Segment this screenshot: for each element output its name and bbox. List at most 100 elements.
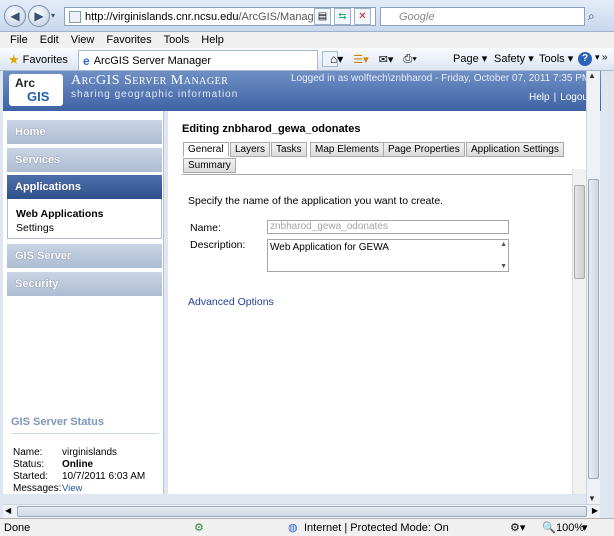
help-link[interactable]: Help [529,92,550,103]
status-messages-label: Messages: [13,483,62,494]
status-status-label: Status: [13,459,45,470]
tab-layers[interactable]: Layers [230,142,271,157]
tools-menu-label: Tools [539,52,565,65]
history-dropdown-icon[interactable]: ▾ [51,11,55,20]
print-icon[interactable]: ⎙▾ [403,53,416,66]
name-label: Name: [190,222,221,234]
tab-summary[interactable]: Summary [183,158,236,173]
chevron-down-icon[interactable]: ▾ [595,52,600,63]
tab-tasks[interactable]: Tasks [271,142,307,157]
h-scroll-thumb[interactable] [17,506,587,517]
url-host: http://virginislands.cnr.ncsu.edu [85,10,239,23]
logo-bottom-text: GIS [27,89,50,104]
submenu-settings[interactable]: Settings [16,221,161,235]
description-label: Description: [190,239,246,251]
compatibility-icon[interactable]: ▤ [314,8,331,25]
scroll-left-icon[interactable]: ◀ [5,506,11,515]
favorites-label: Favorites [22,54,68,66]
more-icon[interactable]: » [602,52,608,63]
chevron-down-icon: ▾ [567,53,574,65]
scroll-down-icon[interactable]: ▼ [500,263,507,270]
browser-tab[interactable]: e ArcGIS Server Manager [78,50,318,70]
favorites-button[interactable]: ★ Favorites [8,52,68,68]
tab-general[interactable]: General [183,142,229,157]
menu-tools[interactable]: Tools [164,34,190,46]
stop-icon[interactable]: ✕ [354,8,371,25]
app-banner: Arc GIS ArcGIS Server Manager sharing ge… [3,71,601,111]
page-icon [69,10,81,23]
menu-bar: File Edit View Favorites Tools Help [0,32,614,48]
chevron-down-icon: ▾ [481,53,488,65]
security-zone[interactable]: Internet | Protected Mode: On [304,522,449,534]
sidebar-item-services[interactable]: Services [7,148,162,172]
menu-file[interactable]: File [10,34,28,46]
menu-view[interactable]: View [71,34,95,46]
scroll-right-icon[interactable]: ▶ [592,506,598,515]
search-input[interactable]: Google [380,7,585,26]
star-icon: ★ [8,52,20,67]
applications-submenu: Web Applications Settings [7,199,162,239]
help-icon[interactable]: ? [578,52,592,66]
page-menu[interactable]: Page ▾ [453,52,488,66]
submenu-web-applications[interactable]: Web Applications [16,207,161,221]
advanced-options-link[interactable]: Advanced Options [188,296,274,308]
content-scroll-thumb[interactable] [574,185,585,279]
chevron-down-icon[interactable]: ▾ [582,521,588,534]
arcgis-logo: Arc GIS [9,74,63,106]
sidebar-item-security[interactable]: Security [7,272,162,296]
banner-links: Help | Logout [529,92,591,103]
safety-menu-label: Safety [494,52,526,65]
safety-menu[interactable]: Safety ▾ [494,52,534,66]
status-status-value: Online [62,459,94,470]
refresh-icon[interactable]: ⇆ [334,8,351,25]
status-name-value: virginislands [62,447,118,458]
globe-icon: ◍ [288,522,298,534]
sidebar-item-applications[interactable]: Applications [7,175,162,199]
mail-icon[interactable]: ✉▾ [379,53,394,66]
tab-strip-line [182,174,586,175]
logged-in-text: Logged in as wolftech\znbharod - Friday,… [291,73,591,84]
status-name-label: Name: [13,447,43,458]
menu-edit[interactable]: Edit [40,34,59,46]
app-tagline: sharing geographic information [71,89,239,100]
zoom-level[interactable]: 100% [556,522,584,534]
tools-menu[interactable]: Tools ▾ [539,52,574,66]
name-field[interactable]: znbharod_gewa_odonates [267,220,509,234]
main-content: Editing znbharod_gewa_odonates General L… [168,111,586,494]
app-title: ArcGIS Server Manager [71,73,229,88]
status-messages-link[interactable]: View [62,483,82,495]
sidebar: Home Services Applications Web Applicati… [3,111,164,494]
address-bar-row: ◀ ▶ ▾ http://virginislands.cnr.ncsu.edu /… [0,0,614,32]
forward-icon[interactable]: ▶ [28,5,50,27]
addon-icon[interactable]: ⚙ [194,521,204,534]
search-icon[interactable]: ⌕ [588,9,595,24]
sidebar-item-home[interactable]: Home [7,120,162,144]
chevron-down-icon: ▾ [528,53,534,65]
browser-tab-title: ArcGIS Server Manager [93,54,212,67]
page-title: Editing znbharod_gewa_odonates [182,123,361,135]
home-icon[interactable]: ⌂▾ [330,52,343,66]
tab-map-elements[interactable]: Map Elements [310,142,384,157]
vertical-scrollbar[interactable]: ▲ ▼ [586,71,600,504]
divider [11,433,159,434]
server-status-title: GIS Server Status [11,416,104,428]
status-started-label: Started: [13,471,49,482]
menu-favorites[interactable]: Favorites [106,34,151,46]
tab-page-properties[interactable]: Page Properties [383,142,465,157]
scroll-thumb[interactable] [588,179,599,479]
feeds-icon[interactable]: ☰▾ [353,53,368,66]
tab-application-settings[interactable]: Application Settings [466,142,564,157]
scroll-down-icon[interactable]: ▼ [588,494,596,503]
menu-help[interactable]: Help [201,34,224,46]
content-scrollbar[interactable] [572,169,586,494]
back-icon[interactable]: ◀ [4,5,26,27]
page-menu-label: Page [453,52,479,65]
sidebar-item-gis-server[interactable]: GIS Server [7,244,162,268]
description-textarea[interactable]: Web Application for GEWA ▲ ▼ [267,239,509,272]
ie-tab-icon: e [83,53,90,68]
scroll-up-icon[interactable]: ▲ [588,71,596,80]
protected-mode-icon[interactable]: ⚙▾ [510,521,525,534]
horizontal-scrollbar[interactable]: ◀ ▶ [3,504,600,518]
scroll-up-icon[interactable]: ▲ [500,241,507,248]
server-status-list: Name: virginislands Status: Online Started… [13,447,145,495]
